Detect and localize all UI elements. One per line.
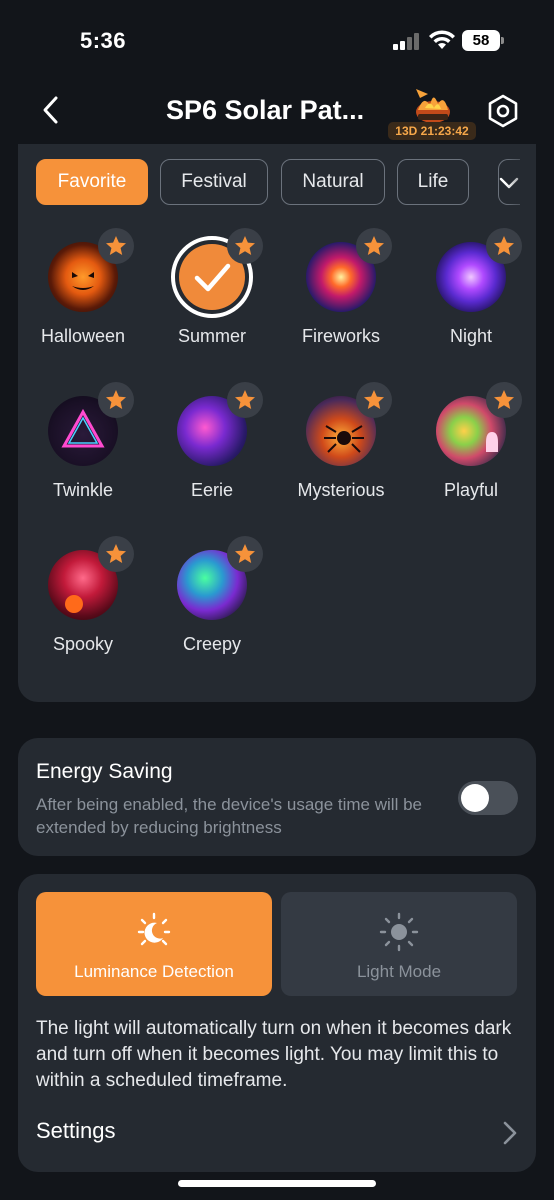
favorite-star-icon[interactable] — [98, 382, 134, 418]
scene-spooky[interactable]: Spooky — [18, 536, 148, 690]
favorite-star-icon[interactable] — [227, 228, 263, 264]
wifi-icon — [429, 30, 455, 49]
settings-label: Settings — [36, 1118, 116, 1143]
settings-gear-icon[interactable] — [486, 94, 520, 128]
luminance-detection-label: Luminance Detection — [74, 962, 234, 981]
app-header: SP6 Solar Pat... 13D 21:23:42 — [0, 80, 554, 144]
favorite-star-icon[interactable] — [98, 228, 134, 264]
scene-summer[interactable]: Summer — [147, 228, 277, 382]
scene-label: Halloween — [40, 326, 126, 346]
moon-sun-icon — [137, 912, 171, 946]
favorite-star-icon[interactable] — [98, 536, 134, 572]
light-mode-label: Light Mode — [356, 962, 442, 981]
scene-label: Fireworks — [301, 326, 380, 346]
scene-halloween[interactable]: Halloween — [18, 228, 148, 382]
tab-life[interactable]: Life — [397, 159, 469, 205]
favorite-star-icon[interactable] — [356, 382, 392, 418]
tab-favorite[interactable]: Favorite — [36, 159, 148, 205]
favorite-star-icon[interactable] — [486, 228, 522, 264]
favorite-star-icon[interactable] — [227, 382, 263, 418]
favorite-star-icon[interactable] — [356, 228, 392, 264]
scene-label: Creepy — [182, 634, 242, 654]
chevron-right-icon — [503, 1121, 517, 1145]
scene-mysterious[interactable]: Mysterious — [276, 382, 406, 536]
energy-saving-description: After being enabled, the device's usage … — [36, 795, 422, 837]
scene-label: Summer — [177, 326, 246, 346]
cellular-signal-icon — [393, 33, 423, 50]
scene-night[interactable]: Night — [406, 228, 536, 382]
scene-creepy[interactable]: Creepy — [147, 536, 277, 690]
scene-label: Night — [449, 326, 493, 346]
page-title: SP6 Solar Pat... — [166, 95, 365, 125]
toggle-knob — [461, 784, 489, 812]
tabs-fade — [506, 159, 520, 207]
luminance-detection-button[interactable]: Luminance Detection — [36, 892, 272, 996]
battery-indicator: 58 — [462, 30, 500, 51]
scene-card: Favorite Festival Natural Life En Hallow… — [18, 144, 536, 702]
battery-nub — [501, 37, 504, 44]
settings-row[interactable]: Settings — [36, 1114, 518, 1150]
scene-twinkle[interactable]: Twinkle — [18, 382, 148, 536]
tab-natural[interactable]: Natural — [281, 159, 385, 205]
energy-saving-card: Energy Saving After being enabled, the d… — [18, 738, 536, 856]
scene-label: Eerie — [190, 480, 234, 500]
favorite-star-icon[interactable] — [486, 382, 522, 418]
scene-label: Mysterious — [297, 480, 385, 500]
light-mode-button[interactable]: Light Mode — [281, 892, 517, 996]
scene-label: Spooky — [52, 634, 114, 654]
scene-label: Playful — [443, 480, 499, 500]
favorite-star-icon[interactable] — [227, 536, 263, 572]
category-tabs: Favorite Festival Natural Life En — [36, 159, 520, 207]
scene-playful[interactable]: Playful — [406, 382, 536, 536]
sun-icon — [379, 912, 419, 952]
status-bar: 5:36 58 — [0, 0, 554, 80]
scene-label: Twinkle — [52, 480, 114, 500]
timer-badge: 13D 21:23:42 — [388, 122, 476, 140]
scene-fireworks[interactable]: Fireworks — [276, 228, 406, 382]
energy-saving-toggle[interactable] — [458, 781, 518, 815]
back-icon[interactable] — [36, 92, 72, 128]
status-time: 5:36 — [80, 28, 127, 53]
mode-description: The light will automatically turn on whe… — [36, 1018, 512, 1091]
scene-eerie[interactable]: Eerie — [147, 382, 277, 536]
light-mode-card: Luminance Detection Light Mode The light… — [18, 874, 536, 1172]
energy-saving-title: Energy Saving — [36, 760, 173, 783]
home-indicator — [178, 1180, 376, 1187]
tab-festival[interactable]: Festival — [160, 159, 268, 205]
